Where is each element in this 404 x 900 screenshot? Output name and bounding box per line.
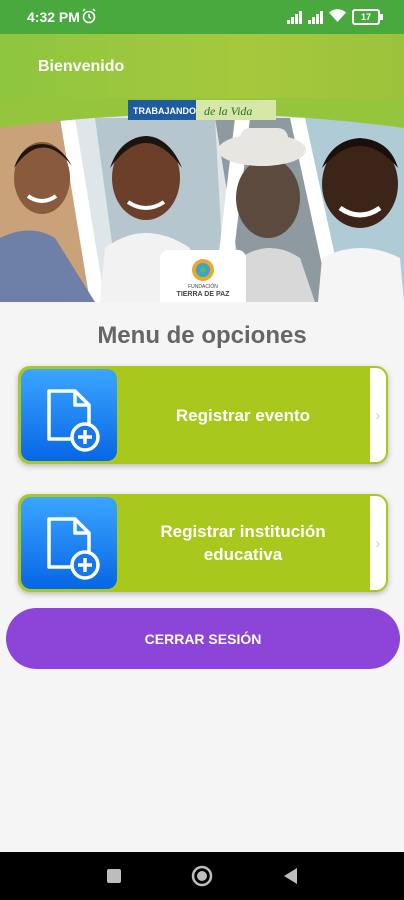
- status-bar: 4:32 PM 17: [0, 0, 404, 34]
- chevron-right-icon: ›: [370, 368, 386, 462]
- back-nav-icon[interactable]: [266, 852, 314, 900]
- header-banner: TRABAJANDO de la Vida FUNDACIÓN TIERRA D…: [0, 98, 404, 302]
- circle-nav-icon[interactable]: [178, 852, 226, 900]
- battery-icon: 17: [352, 9, 383, 25]
- square-nav-icon[interactable]: [90, 852, 138, 900]
- banner-tag-script: de la Vida: [204, 104, 252, 118]
- menu-title: Menu de opciones: [97, 322, 307, 349]
- alarm-icon: [81, 8, 97, 27]
- banner-tag-text: TRABAJANDO: [133, 106, 196, 116]
- register-event-label: Registrar evento: [175, 405, 311, 425]
- wifi-icon: [329, 9, 346, 25]
- register-event-card[interactable]: Registrar evento ›: [18, 366, 388, 464]
- status-icons: 17: [287, 9, 383, 25]
- system-nav-bar: [0, 852, 404, 900]
- logo-small-text: FUNDACIÓN: [188, 283, 218, 290]
- logout-button[interactable]: CERRAR SESIÓN: [6, 608, 400, 669]
- chevron-right-icon: ›: [370, 496, 386, 590]
- logo-text: TIERRA DE PAZ: [177, 291, 231, 298]
- app-bar-title: Bienvenido: [38, 58, 125, 75]
- register-institution-card[interactable]: Registrar institución educativa ›: [18, 494, 388, 592]
- document-add-icon: [21, 497, 117, 589]
- signal-icon: [287, 10, 302, 24]
- signal-icon: [308, 10, 323, 24]
- register-institution-label: Registrar institución educativa: [160, 522, 326, 564]
- document-add-icon: [21, 369, 117, 461]
- banner-illustration: TRABAJANDO de la Vida FUNDACIÓN TIERRA D…: [0, 98, 404, 302]
- status-time: 4:32 PM: [27, 9, 80, 25]
- app-bar: Bienvenido: [0, 34, 404, 98]
